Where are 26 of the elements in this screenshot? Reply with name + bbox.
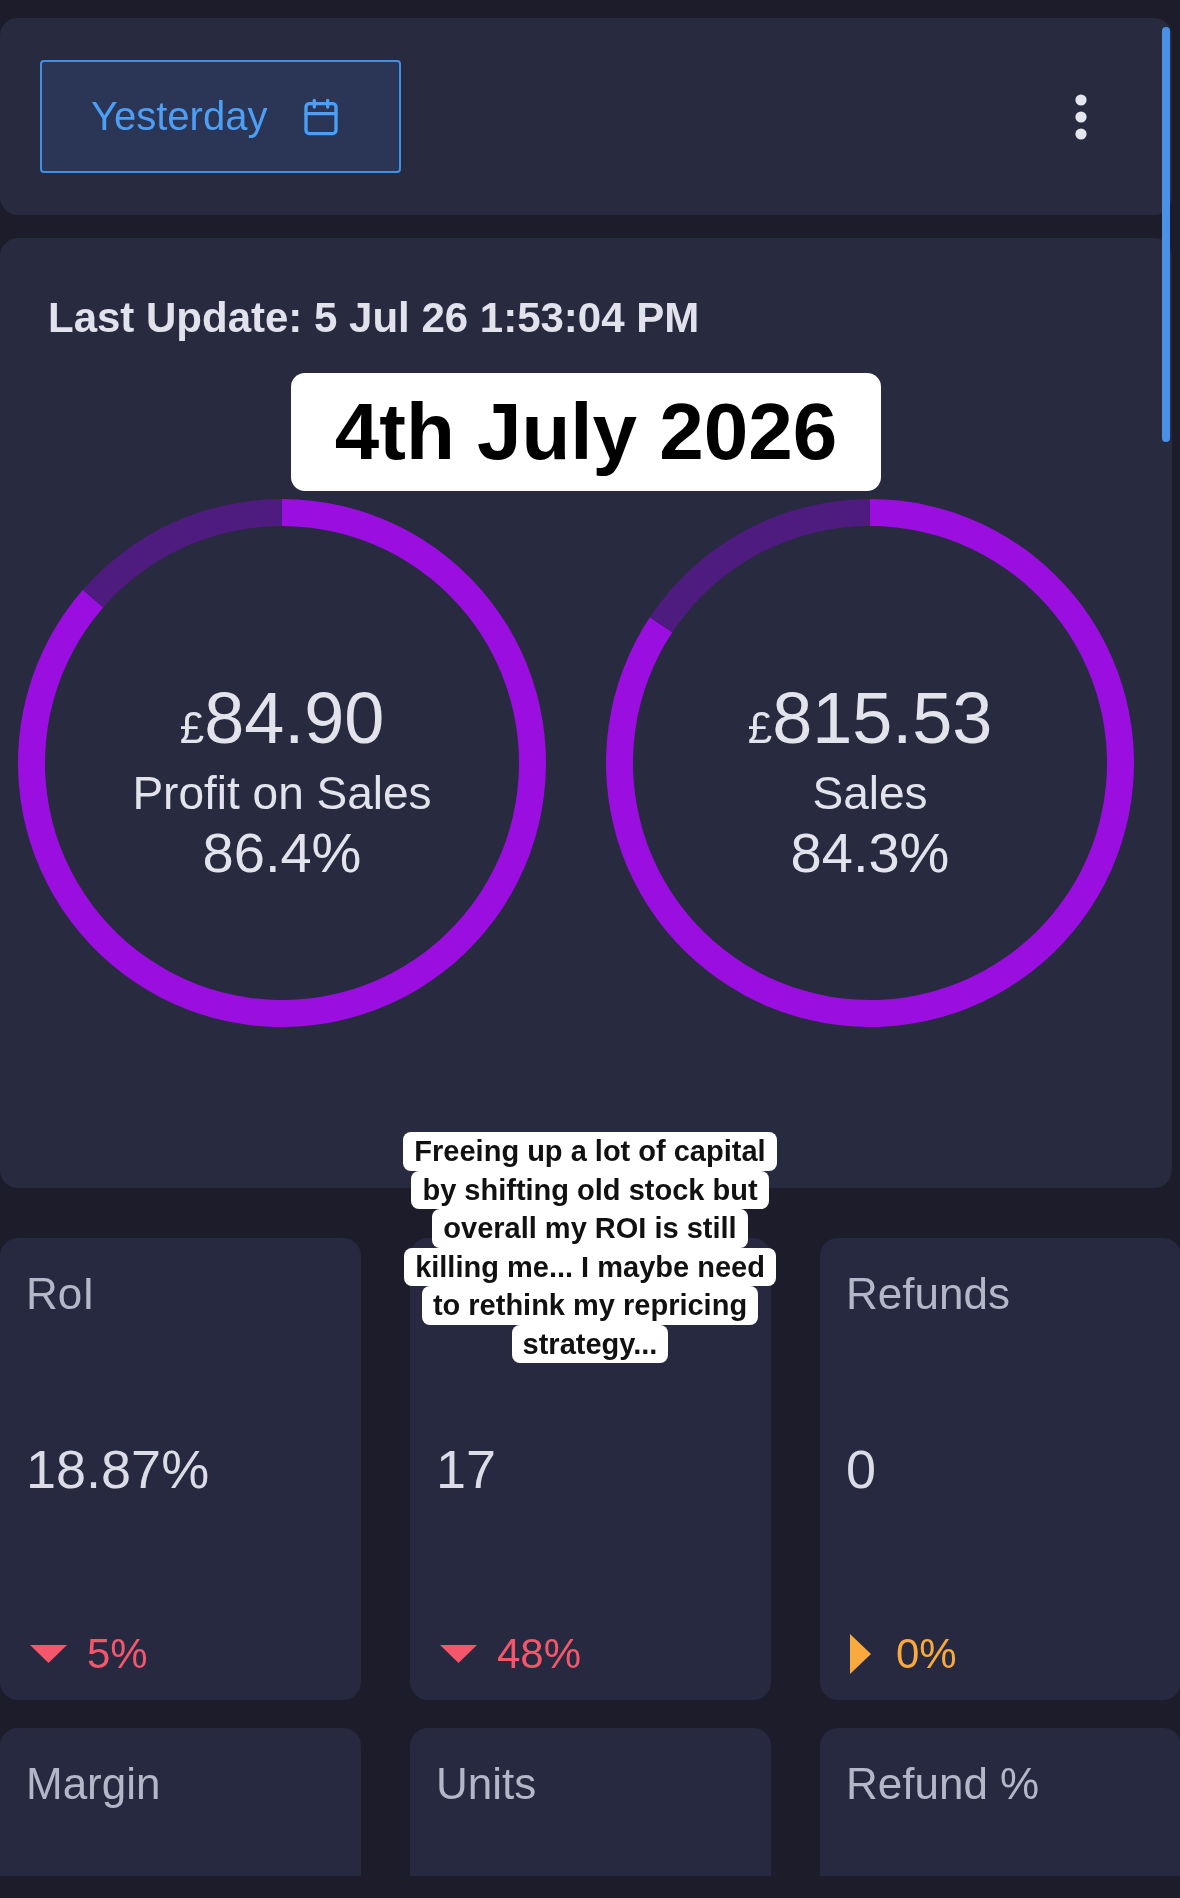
change-percent: 48%	[497, 1629, 582, 1679]
metric-label: Refunds	[846, 1268, 1010, 1320]
metric-label: RoI	[26, 1268, 95, 1320]
amount-value: £84.90	[179, 680, 385, 760]
right-triangle-icon	[850, 1634, 871, 1674]
metric-value: 18.87%	[26, 1438, 210, 1501]
vertical-dots-icon	[1075, 93, 1087, 140]
metric-value: 17	[436, 1438, 497, 1501]
metric-label: Margin	[26, 1758, 161, 1810]
date-range-button[interactable]: Yesterday	[40, 60, 401, 173]
last-update-text: Last Update: 5 Jul 26 1:53:04 PM	[48, 293, 700, 343]
metric-value: 0	[846, 1438, 877, 1501]
gauge-label: Profit on Sales	[132, 766, 432, 820]
gauge-percent: 84.3%	[790, 820, 950, 886]
change-percent: 5%	[87, 1629, 148, 1679]
gauge-label: Sales	[812, 766, 928, 820]
down-triangle-icon	[30, 1645, 67, 1663]
metric-label: Units	[436, 1758, 537, 1810]
scroll-bar[interactable]	[1162, 27, 1170, 442]
caption-text: Freeing up a lot of capital by shifting old stock but overall my ROI is still killing me... I maybe need to rethink my repricing strategy...	[403, 1132, 777, 1363]
metric-label: Refund %	[846, 1758, 1040, 1810]
gauge-percent: 86.4%	[202, 820, 362, 886]
amount-value: £815.53	[747, 680, 993, 760]
down-triangle-icon	[440, 1645, 477, 1663]
date-caption: 4th July 2026	[290, 373, 882, 491]
change-percent: 0%	[896, 1629, 957, 1679]
